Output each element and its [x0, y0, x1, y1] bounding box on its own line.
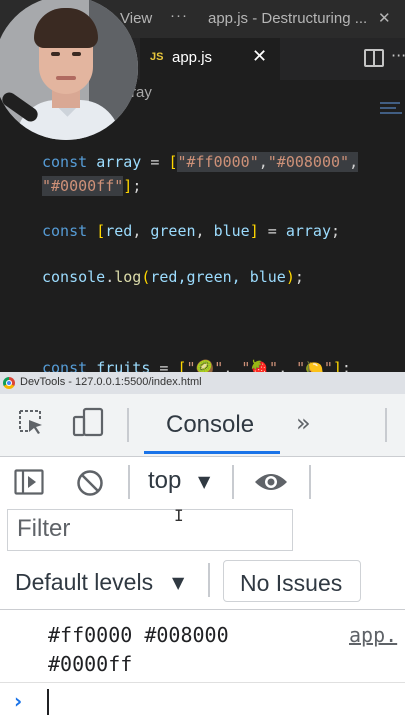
- toolbar-divider: [385, 408, 387, 442]
- window-title: app.js - Destructuring ...: [208, 10, 368, 27]
- more-actions-icon[interactable]: ···: [391, 46, 405, 65]
- code-line-3[interactable]: const [red, green, blue] = array;: [42, 222, 340, 240]
- filter-input[interactable]: [8, 510, 287, 548]
- code-line-5[interactable]: const fruits = ["🥝", "🍓", "🍋"];: [42, 359, 351, 372]
- window-close-icon[interactable]: ✕: [378, 9, 391, 27]
- console-log-message: #ff0000 #008000 #0000ff app.: [0, 610, 405, 683]
- log-source-link[interactable]: app.: [349, 623, 397, 647]
- devtools-window-title: DevTools - 127.0.0.1:5500/index.html: [20, 376, 202, 388]
- clear-console-icon[interactable]: [76, 469, 104, 497]
- filter-input-box: [7, 509, 293, 551]
- log-levels-dropdown[interactable]: Default levels: [15, 569, 153, 596]
- dropdown-arrow-icon: ▼: [172, 573, 185, 592]
- toolbar-divider: [127, 408, 129, 442]
- dropdown-arrow-icon: ▼: [198, 472, 211, 491]
- text-caret: [47, 689, 49, 715]
- console-prompt[interactable]: ›: [0, 683, 405, 720]
- menu-more-icon[interactable]: ···: [170, 7, 188, 24]
- device-toolbar-icon[interactable]: [72, 407, 104, 437]
- toolbar-divider: [309, 465, 311, 499]
- tab-app-js[interactable]: JS app.js ✕: [140, 38, 280, 80]
- mouse-cursor-ibeam: I: [174, 506, 184, 525]
- log-output-line-1: #ff0000 #008000: [48, 623, 229, 647]
- live-expression-eye-icon[interactable]: [253, 470, 289, 494]
- show-console-sidebar-icon[interactable]: [14, 469, 44, 495]
- javascript-file-icon: JS: [150, 51, 164, 63]
- toolbar-divider: [208, 563, 210, 597]
- more-tabs-icon[interactable]: »: [296, 409, 311, 437]
- log-output-line-2: #0000ff: [48, 652, 133, 676]
- issues-label: No Issues: [240, 570, 343, 596]
- code-line-1[interactable]: const array = ["#ff0000","#008000",: [42, 152, 359, 172]
- devtools-main-toolbar: Console »: [0, 394, 405, 457]
- code-editor: View ··· app.js - Destructuring ... ✕ JS…: [0, 0, 405, 372]
- tab-filename: app.js: [172, 49, 213, 66]
- tab-console[interactable]: Console: [144, 394, 280, 454]
- code-line-4[interactable]: console.log(red,green, blue);: [42, 268, 304, 286]
- console-toolbar: top ▼ I Default levels ▼ No Issues: [0, 457, 405, 610]
- tab-close-icon[interactable]: ✕: [252, 46, 267, 67]
- webcam-overlay: [0, 0, 138, 140]
- active-tab-indicator: [144, 451, 280, 454]
- code-line-2[interactable]: "#0000ff"];: [42, 176, 141, 196]
- minimap[interactable]: [380, 102, 404, 124]
- toolbar-divider: [128, 465, 130, 499]
- tab-console-label: Console: [166, 411, 255, 438]
- inspect-element-icon[interactable]: [18, 409, 44, 435]
- devtools-window-titlebar: DevTools - 127.0.0.1:5500/index.html: [0, 372, 405, 394]
- split-editor-icon[interactable]: [364, 49, 384, 67]
- chrome-icon: [3, 377, 15, 389]
- execution-context-select[interactable]: top: [148, 467, 181, 495]
- issues-button[interactable]: No Issues: [223, 560, 361, 602]
- prompt-chevron-icon: ›: [14, 689, 23, 713]
- toolbar-divider: [232, 465, 234, 499]
